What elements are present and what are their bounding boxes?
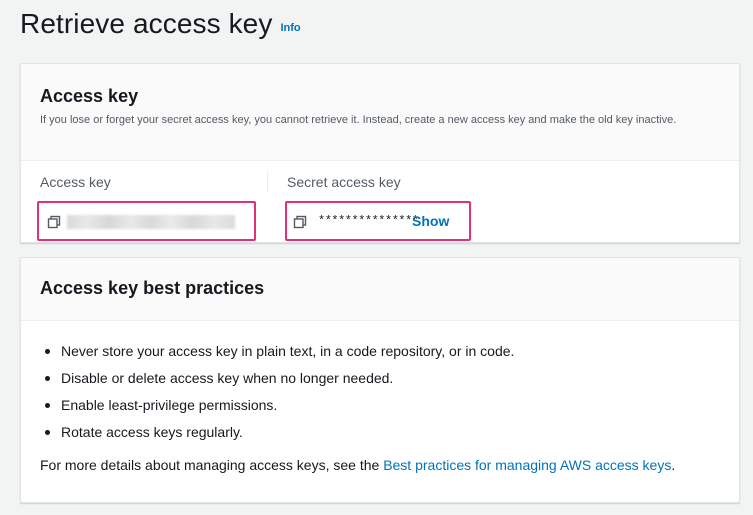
access-key-card-header: Access key If you lose or forget your se… [21, 64, 739, 161]
list-item: Rotate access keys regularly. [41, 423, 514, 450]
secret-access-key-column-label: Secret access key [287, 174, 401, 190]
show-secret-link[interactable]: Show [412, 213, 449, 229]
more-details-text: For more details about managing access k… [40, 457, 675, 473]
access-key-value-redacted [67, 215, 235, 229]
secret-access-key-masked: *************** [318, 214, 419, 228]
page-title-row: Retrieve access key Info [20, 8, 301, 40]
list-item: Enable least-privilege permissions. [41, 396, 514, 423]
column-divider [267, 171, 268, 193]
list-item: Never store your access key in plain tex… [41, 342, 514, 369]
list-item: Disable or delete access key when no lon… [41, 369, 514, 396]
access-key-card-description: If you lose or forget your secret access… [40, 114, 677, 126]
copy-icon[interactable] [293, 215, 307, 229]
info-link[interactable]: Info [280, 22, 300, 34]
page-title: Retrieve access key [20, 8, 273, 39]
more-details-prefix: For more details about managing access k… [40, 457, 384, 473]
best-practices-list: Never store your access key in plain tex… [41, 342, 514, 450]
best-practices-card-title: Access key best practices [40, 278, 265, 298]
access-key-card: Access key If you lose or forget your se… [20, 63, 740, 243]
copy-icon[interactable] [47, 215, 61, 229]
best-practices-card: Access key best practices Never store yo… [20, 257, 740, 503]
access-key-card-title: Access key [40, 86, 139, 106]
access-key-column-label: Access key [40, 174, 111, 190]
more-details-suffix: . [671, 457, 676, 473]
best-practices-link[interactable]: Best practices for managing AWS access k… [383, 457, 671, 473]
best-practices-card-header: Access key best practices [21, 258, 739, 321]
